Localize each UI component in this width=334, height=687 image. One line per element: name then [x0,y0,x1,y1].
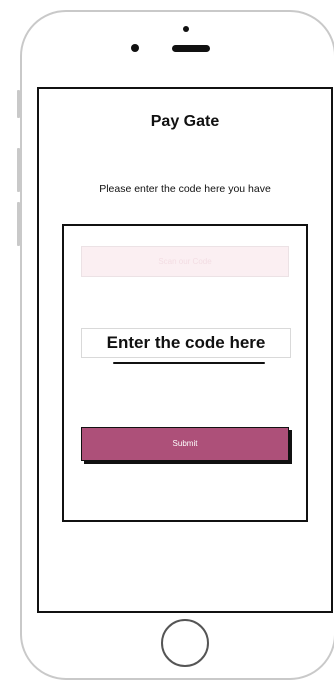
instruction-text: Please enter the code here you have [99,183,271,195]
screen: Pay Gate Please enter the code here you … [37,87,333,613]
code-input[interactable]: Enter the code here [81,328,291,358]
volume-down-button [17,202,20,246]
input-underline [113,362,265,364]
home-button-icon[interactable] [161,619,209,667]
submit-button[interactable]: Submit [81,427,289,461]
page-title: Pay Gate [150,113,220,130]
sensor-icon [131,44,139,52]
scan-code-button[interactable]: Scan our Code [81,246,289,277]
volume-up-button [17,148,20,192]
camera-icon [183,26,189,32]
speaker-icon [172,45,210,52]
mute-switch [17,90,20,118]
code-entry-panel: Scan our Code Enter the code here Submit [62,224,308,522]
phone-mockup: Pay Gate Please enter the code here you … [0,0,334,687]
